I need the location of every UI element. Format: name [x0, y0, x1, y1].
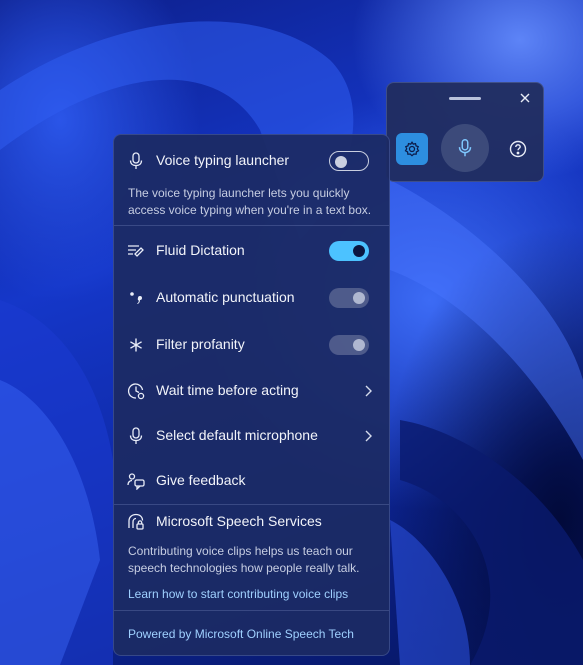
fluid-dictation-row[interactable]: Fluid Dictation — [114, 233, 389, 269]
filter-profanity-row[interactable]: Filter profanity — [114, 327, 389, 363]
voice-typing-toolbar — [386, 82, 544, 182]
default-microphone-row[interactable]: Select default microphone — [114, 418, 389, 454]
fluid-dictation-label: Fluid Dictation — [156, 242, 245, 258]
clock-icon — [126, 381, 146, 401]
microphone-icon[interactable] — [441, 124, 489, 172]
gear-icon[interactable] — [396, 133, 428, 165]
speech-services-row: Microsoft Speech Services — [114, 504, 389, 540]
default-microphone-label: Select default microphone — [156, 427, 318, 443]
voice-typing-launcher-label: Voice typing launcher — [156, 152, 290, 168]
voice-typing-settings-panel: Voice typing launcher The voice typing l… — [113, 134, 390, 656]
divider — [114, 610, 389, 611]
speech-services-lock-icon — [126, 512, 146, 532]
give-feedback-row[interactable]: Give feedback — [114, 463, 389, 499]
fluid-dictation-toggle[interactable] — [329, 241, 369, 261]
filter-profanity-toggle[interactable] — [329, 335, 369, 355]
wait-time-label: Wait time before acting — [156, 382, 299, 398]
feedback-icon — [126, 471, 146, 491]
automatic-punctuation-toggle[interactable] — [329, 288, 369, 308]
divider — [114, 225, 389, 226]
contribute-voice-clips-link[interactable]: Learn how to start contributing voice cl… — [128, 587, 348, 601]
close-icon[interactable] — [516, 89, 534, 107]
microphone-icon — [126, 151, 146, 171]
automatic-punctuation-row[interactable]: Automatic punctuation — [114, 280, 389, 316]
launcher-description: The voice typing launcher lets you quick… — [128, 186, 372, 217]
chevron-right-icon — [363, 428, 373, 444]
give-feedback-label: Give feedback — [156, 472, 246, 488]
filter-profanity-label: Filter profanity — [156, 336, 245, 352]
microphone-icon — [126, 426, 146, 446]
speech-services-label: Microsoft Speech Services — [156, 513, 322, 529]
speech-services-description: Contributing voice clips helps us teach … — [128, 544, 360, 575]
help-icon[interactable] — [507, 138, 529, 160]
asterisk-icon — [126, 335, 146, 355]
chevron-right-icon — [363, 383, 373, 399]
voice-typing-launcher-toggle[interactable] — [329, 151, 369, 171]
automatic-punctuation-label: Automatic punctuation — [156, 289, 295, 305]
voice-typing-launcher-row[interactable]: Voice typing launcher — [114, 143, 389, 179]
drag-handle[interactable] — [449, 97, 481, 100]
punctuation-icon — [126, 288, 146, 308]
powered-by-link[interactable]: Powered by Microsoft Online Speech Tech — [128, 627, 354, 641]
fluid-dictation-icon — [126, 241, 146, 261]
wait-time-row[interactable]: Wait time before acting — [114, 373, 389, 409]
